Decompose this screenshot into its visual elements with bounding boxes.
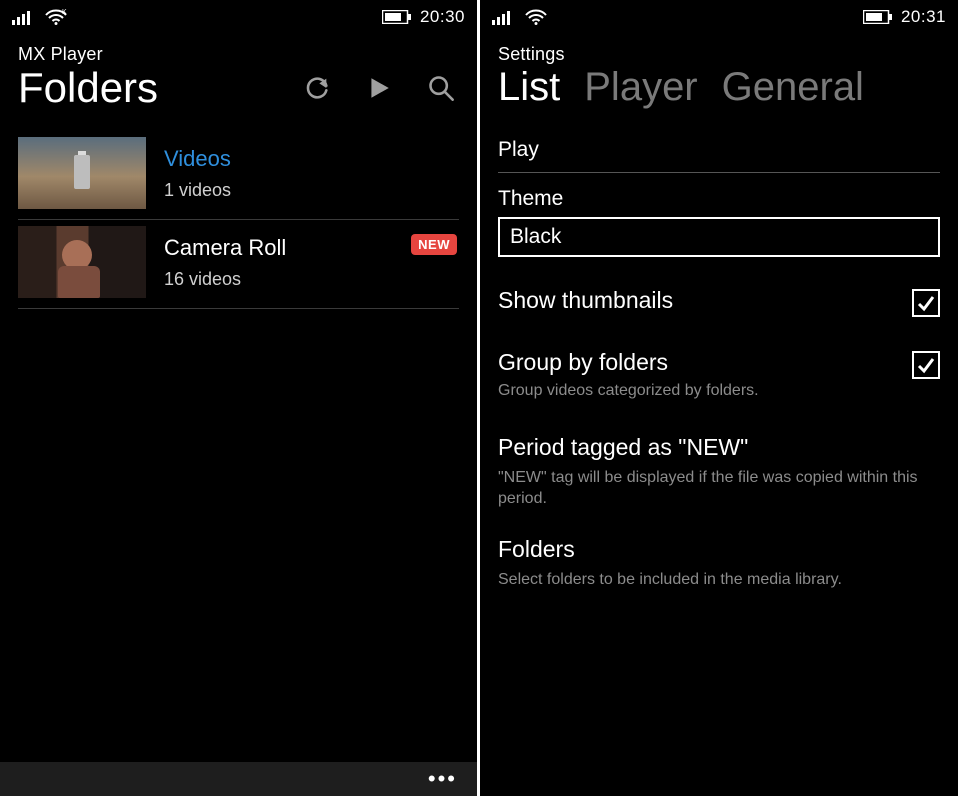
group-by-folders-label: Group by folders [498,349,759,376]
wifi-icon [524,8,548,26]
show-thumbnails-label: Show thumbnails [498,287,673,314]
status-bar: 20:31 [480,0,958,34]
play-setting[interactable]: Play [498,138,940,162]
toolbar [303,74,459,102]
folders-setting-label: Folders [498,536,940,563]
folder-list: Videos 1 videos Camera Roll 16 videos NE… [0,121,477,309]
battery-icon [382,10,412,24]
period-new-label: Period tagged as "NEW" [498,434,940,461]
divider [498,172,940,173]
battery-icon [863,10,893,24]
app-bar[interactable]: ••• [0,762,477,796]
folder-thumbnail [18,137,146,209]
theme-select[interactable]: Black [498,217,940,257]
tab-player[interactable]: Player [584,65,697,110]
app-name: MX Player [0,34,477,65]
folder-count: 1 videos [164,180,459,201]
signal-icon [12,9,34,25]
more-icon[interactable]: ••• [428,766,457,792]
group-by-folders-desc: Group videos categorized by folders. [498,380,759,402]
theme-label: Theme [498,187,940,211]
folders-setting-desc: Select folders to be included in the med… [498,569,940,591]
period-new-setting[interactable]: Period tagged as "NEW" "NEW" tag will be… [498,434,940,510]
search-icon[interactable] [427,74,455,102]
settings-header: Settings [480,34,958,65]
status-bar: K 20:30 [0,0,477,34]
clock: 20:31 [901,7,946,27]
folder-item[interactable]: Videos 1 videos [18,131,459,220]
folders-setting[interactable]: Folders Select folders to be included in… [498,536,940,591]
group-by-folders-row[interactable]: Group by folders Group videos categorize… [498,349,940,402]
play-icon[interactable] [365,74,393,102]
show-thumbnails-row[interactable]: Show thumbnails [498,287,940,317]
period-new-desc: "NEW" tag will be displayed if the file … [498,467,940,510]
tab-general[interactable]: General [722,65,864,110]
signal-icon [492,9,514,25]
folder-item[interactable]: Camera Roll 16 videos NEW [18,220,459,309]
svg-text:K: K [62,9,67,16]
clock: 20:30 [420,7,465,27]
settings-tabs: List Player General [480,65,958,118]
screen-folders: K 20:30 MX Player Folders [0,0,477,796]
wifi-icon: K [44,8,68,26]
folder-name: Videos [164,146,459,172]
tab-list[interactable]: List [498,65,560,110]
folder-count: 16 videos [164,269,459,290]
refresh-icon[interactable] [303,74,331,102]
page-title: Folders [18,65,158,111]
new-badge: NEW [411,234,457,255]
screen-settings: 20:31 Settings List Player General Play … [480,0,958,796]
folder-thumbnail [18,226,146,298]
show-thumbnails-checkbox[interactable] [912,289,940,317]
group-by-folders-checkbox[interactable] [912,351,940,379]
